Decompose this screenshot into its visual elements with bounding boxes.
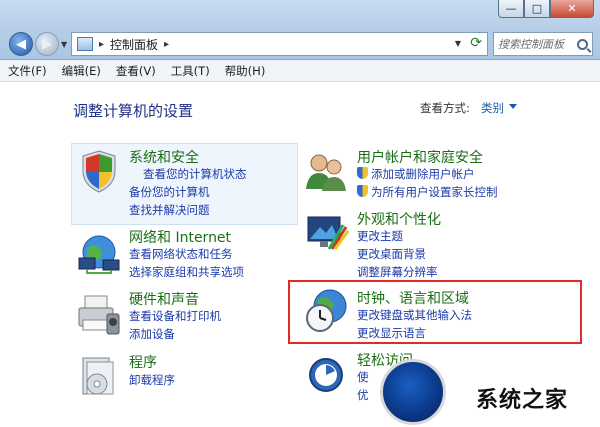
ease-of-access-icon[interactable] [302, 351, 350, 399]
link-add-remove-accounts[interactable]: 添加或删除用户帐户 [357, 166, 475, 182]
breadcrumb-separator[interactable]: ▸ [99, 39, 104, 50]
maximize-button[interactable]: □ [524, 0, 550, 18]
back-button[interactable]: ◀ [9, 32, 33, 56]
menu-file[interactable]: 文件(F) [8, 63, 47, 79]
recent-pages-dropdown-icon[interactable]: ▼ [61, 40, 67, 49]
users-icon[interactable] [302, 147, 350, 195]
link-label: 查看您的计算机状态 [143, 167, 247, 181]
link-network-status[interactable]: 查看网络状态和任务 [129, 246, 233, 262]
view-by-caret-icon[interactable] [509, 104, 517, 109]
category-user-accounts[interactable]: 用户帐户和家庭安全 [357, 147, 483, 167]
menu-bar: 文件(F) 编辑(E) 查看(V) 工具(T) 帮助(H) [0, 60, 600, 82]
link-label: 为所有用户设置家长控制 [371, 185, 498, 199]
view-by-label: 查看方式: [420, 101, 470, 115]
menu-tools[interactable]: 工具(T) [171, 63, 210, 79]
link-troubleshoot[interactable]: 查找并解决问题 [129, 202, 210, 218]
search-input[interactable]: 搜索控制面板 [498, 36, 564, 52]
close-button[interactable]: ✕ [550, 0, 594, 18]
category-system-security[interactable]: 系统和安全 [129, 147, 199, 167]
link-change-keyboard-input[interactable]: 更改键盘或其他输入法 [357, 307, 472, 323]
address-dropdown-icon[interactable]: ▼ [455, 39, 461, 48]
watermark-logo [380, 359, 446, 425]
link-change-display-language[interactable]: 更改显示语言 [357, 325, 426, 341]
link-homegroup-sharing[interactable]: 选择家庭组和共享选项 [129, 264, 244, 280]
window-chrome: — □ ✕ ◀ ▶ ▼ ▸ 控制面板 ▸ ▼ ⟳ 搜索控制面板 [0, 0, 600, 60]
link-view-computer-status[interactable]: 查看您的计算机状态 [129, 166, 247, 182]
security-shield-icon[interactable] [75, 147, 123, 195]
page-title: 调整计算机的设置 [73, 102, 194, 120]
category-network-internet[interactable]: 网络和 Internet [129, 227, 231, 247]
link-devices-printers[interactable]: 查看设备和打印机 [129, 308, 221, 324]
search-box[interactable]: 搜索控制面板 [493, 32, 593, 56]
category-clock-language-region[interactable]: 时钟、语言和区域 [357, 288, 469, 308]
link-change-theme[interactable]: 更改主题 [357, 228, 403, 244]
menu-view[interactable]: 查看(V) [116, 63, 156, 79]
printer-icon[interactable] [75, 290, 123, 338]
link-label: 添加或删除用户帐户 [371, 167, 475, 181]
menu-help[interactable]: 帮助(H) [225, 63, 266, 79]
link-ease-partial-1[interactable]: 使 [357, 369, 369, 385]
menu-edit[interactable]: 编辑(E) [62, 63, 101, 79]
watermark: 系统之家 [380, 355, 600, 427]
category-hardware-sound[interactable]: 硬件和声音 [129, 289, 199, 309]
uac-shield-icon [357, 185, 368, 197]
window-controls: — □ ✕ [498, 0, 594, 18]
control-panel-window: — □ ✕ ◀ ▶ ▼ ▸ 控制面板 ▸ ▼ ⟳ 搜索控制面板 文件(F) 编辑… [0, 0, 600, 427]
link-desktop-background[interactable]: 更改桌面背景 [357, 246, 426, 262]
link-parental-controls[interactable]: 为所有用户设置家长控制 [357, 184, 498, 200]
address-bar[interactable]: ▸ 控制面板 ▸ ▼ ⟳ [71, 32, 488, 56]
refresh-icon[interactable]: ⟳ [470, 35, 482, 51]
minimize-button[interactable]: — [498, 0, 524, 18]
forward-button[interactable]: ▶ [35, 32, 59, 56]
category-appearance[interactable]: 外观和个性化 [357, 209, 441, 229]
breadcrumb-control-panel[interactable]: 控制面板 [110, 36, 158, 53]
view-by-dropdown[interactable]: 类别 [481, 100, 504, 116]
link-backup-computer[interactable]: 备份您的计算机 [129, 184, 210, 200]
uac-shield-icon [357, 167, 368, 179]
link-ease-partial-2[interactable]: 优 [357, 387, 369, 403]
link-uninstall-program[interactable]: 卸载程序 [129, 372, 175, 388]
network-globe-icon[interactable] [75, 228, 123, 276]
programs-icon[interactable] [75, 352, 123, 400]
watermark-text: 系统之家 [476, 388, 569, 413]
control-panel-icon [77, 37, 93, 51]
category-programs[interactable]: 程序 [129, 352, 157, 372]
clock-globe-icon[interactable] [302, 286, 350, 334]
link-screen-resolution[interactable]: 调整屏幕分辨率 [357, 264, 438, 280]
search-icon[interactable] [577, 38, 588, 50]
breadcrumb-separator-trailing[interactable]: ▸ [164, 39, 169, 50]
link-add-device[interactable]: 添加设备 [129, 326, 175, 342]
appearance-monitor-icon[interactable] [302, 209, 350, 257]
